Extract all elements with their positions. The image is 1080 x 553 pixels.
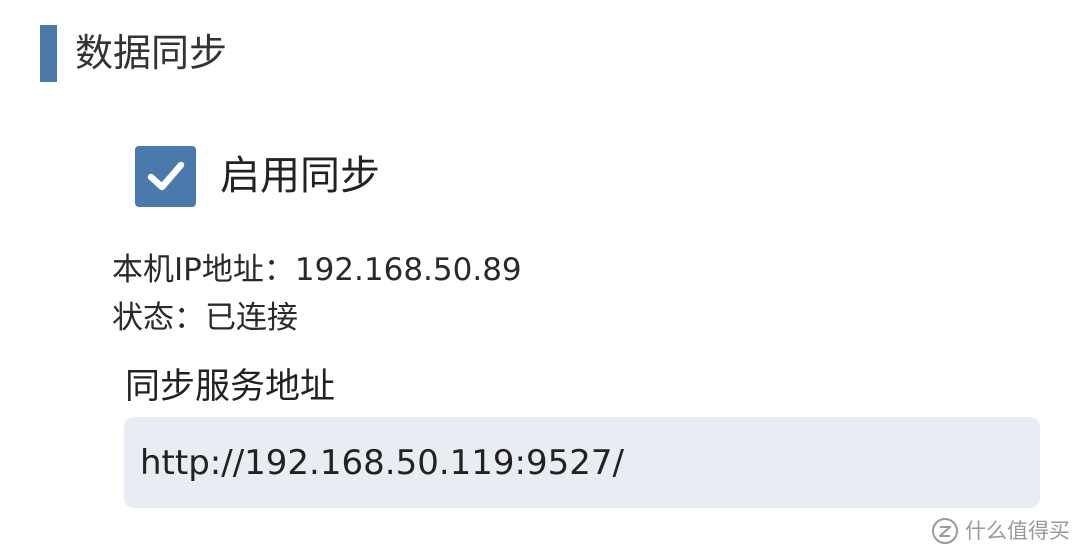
connection-status-value: 已连接 — [205, 300, 298, 336]
section-accent-bar — [40, 24, 57, 82]
ip-address-label: 本机IP地址： — [112, 252, 295, 288]
server-url-input[interactable]: http://192.168.50.119:9527/ — [124, 417, 1040, 508]
watermark-text: 什么值得买 — [965, 519, 1070, 543]
ip-address-value: 192.168.50.89 — [294, 252, 522, 288]
enable-sync-label[interactable]: 启用同步 — [220, 145, 380, 207]
zhi-logo-icon — [931, 517, 959, 545]
server-url-label: 同步服务地址 — [125, 367, 336, 407]
watermark: 什么值得买 — [931, 516, 1070, 546]
section-title: 数据同步 — [75, 31, 228, 75]
server-url-value: http://192.168.50.119:9527/ — [140, 442, 624, 483]
checkmark-icon — [147, 161, 184, 191]
section-header: 数据同步 — [40, 24, 227, 82]
enable-sync-checkbox-row[interactable]: 启用同步 — [135, 145, 380, 207]
sync-info: 本机IP地址：192.168.50.89 状态：已连接 — [112, 246, 522, 342]
connection-status-label: 状态： — [112, 300, 205, 336]
connection-status-row: 状态：已连接 — [112, 294, 522, 342]
enable-sync-checkbox[interactable] — [135, 145, 196, 207]
ip-address-row: 本机IP地址：192.168.50.89 — [112, 246, 522, 294]
